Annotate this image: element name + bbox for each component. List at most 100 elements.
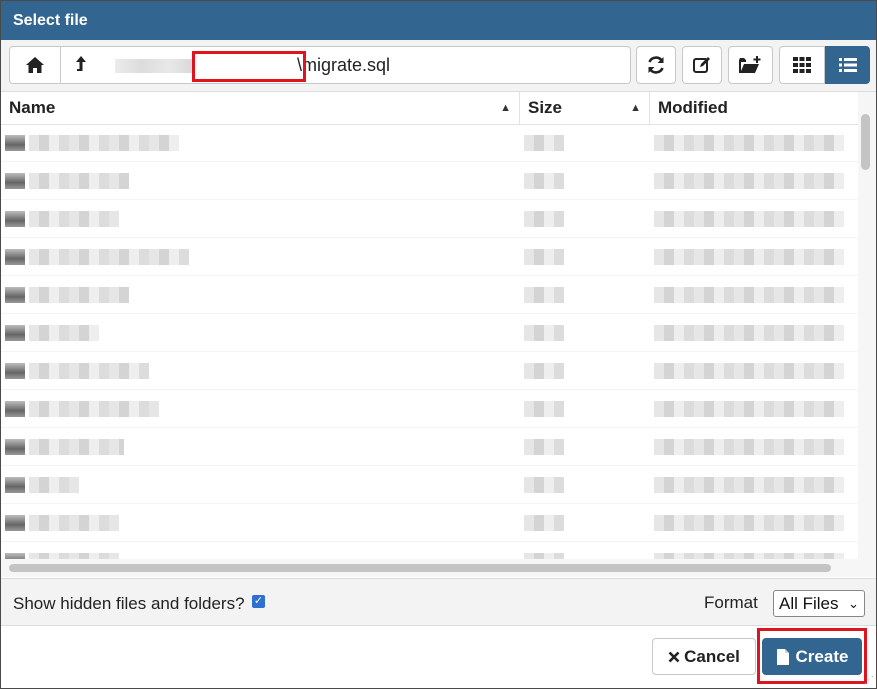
- cancel-button[interactable]: Cancel: [652, 638, 756, 675]
- redacted-modified-date: [654, 401, 844, 417]
- redacted-file-size: [524, 439, 564, 455]
- redacted-modified-date: [654, 173, 844, 189]
- redacted-file-name: [29, 477, 79, 493]
- home-button[interactable]: [9, 46, 61, 84]
- redacted-file-icon: [5, 401, 25, 417]
- select-file-dialog: Select file \migrate.sql Name ▲ Size ▲ M…: [0, 0, 877, 689]
- sort-icon: ▲: [500, 102, 511, 114]
- format-label: Format: [704, 593, 758, 612]
- refresh-button[interactable]: [636, 46, 676, 84]
- table-body: [1, 124, 858, 559]
- redacted-file-icon: [5, 211, 25, 227]
- redacted-file-name: [29, 439, 124, 455]
- column-header-size[interactable]: Size ▲: [520, 92, 650, 124]
- redacted-file-name: [29, 325, 99, 341]
- redacted-modified-date: [654, 135, 844, 151]
- redacted-file-icon: [5, 325, 25, 341]
- path-highlight-annotation: [192, 51, 306, 82]
- vertical-scrollbar[interactable]: [858, 92, 876, 577]
- redacted-file-size: [524, 325, 564, 341]
- home-icon: [26, 57, 44, 73]
- horizontal-scroll-thumb[interactable]: [9, 564, 831, 572]
- edit-icon: [693, 57, 710, 73]
- redacted-file-size: [524, 211, 564, 227]
- create-highlight-annotation: [757, 628, 867, 684]
- redacted-file-icon: [5, 287, 25, 303]
- redacted-modified-date: [654, 249, 844, 265]
- redacted-file-name: [29, 211, 119, 227]
- table-row[interactable]: [1, 428, 858, 466]
- redacted-modified-date: [654, 515, 844, 531]
- redacted-file-name: [29, 135, 179, 151]
- table-row[interactable]: [1, 276, 858, 314]
- rename-button[interactable]: [682, 46, 722, 84]
- table-row[interactable]: [1, 466, 858, 504]
- redacted-file-size: [524, 363, 564, 379]
- show-hidden-label: Show hidden files and folders?: [13, 594, 245, 613]
- resize-handle[interactable]: ⋰: [864, 675, 874, 686]
- redacted-file-name: [29, 249, 189, 265]
- redacted-file-size: [524, 173, 564, 189]
- table-row[interactable]: [1, 352, 858, 390]
- refresh-icon: [648, 56, 664, 74]
- redacted-modified-date: [654, 439, 844, 455]
- redacted-modified-date: [654, 211, 844, 227]
- redacted-modified-date: [654, 287, 844, 303]
- redacted-file-icon: [5, 173, 25, 189]
- grid-view-icon: [793, 57, 811, 73]
- file-table: Name ▲ Size ▲ Modified: [1, 92, 858, 559]
- list-view-icon: [838, 58, 857, 72]
- action-bar: Cancel Create: [1, 626, 876, 688]
- table-row[interactable]: [1, 542, 858, 559]
- new-folder-icon: [738, 56, 760, 73]
- redacted-file-name: [29, 363, 149, 379]
- table-row[interactable]: [1, 390, 858, 428]
- redacted-file-icon: [5, 249, 25, 265]
- format-select[interactable]: All Files ⌄: [773, 590, 865, 617]
- redacted-file-size: [524, 249, 564, 265]
- redacted-file-size: [524, 515, 564, 531]
- dialog-title: Select file: [1, 1, 876, 40]
- redacted-file-size: [524, 401, 564, 417]
- new-folder-button[interactable]: [728, 46, 773, 84]
- redacted-file-icon: [5, 515, 25, 531]
- redacted-file-icon: [5, 477, 25, 493]
- redacted-file-name: [29, 401, 159, 417]
- redacted-file-name: [29, 173, 129, 189]
- horizontal-scrollbar[interactable]: [1, 559, 858, 577]
- redacted-file-icon: [5, 439, 25, 455]
- options-bar: Show hidden files and folders? ✓ Format …: [1, 578, 876, 626]
- table-row[interactable]: [1, 314, 858, 352]
- path-redacted: [115, 59, 195, 73]
- times-icon: [668, 651, 680, 662]
- toolbar: \migrate.sql: [1, 40, 876, 92]
- grid-view-button[interactable]: [779, 46, 825, 84]
- parent-folder-button[interactable]: [60, 46, 102, 84]
- column-header-name[interactable]: Name ▲: [1, 92, 520, 124]
- redacted-file-size: [524, 287, 564, 303]
- redacted-file-size: [524, 135, 564, 151]
- redacted-modified-date: [654, 363, 844, 379]
- table-row[interactable]: [1, 504, 858, 542]
- list-view-button[interactable]: [825, 46, 870, 84]
- arrow-up-icon: [76, 56, 86, 71]
- redacted-file-icon: [5, 363, 25, 379]
- path-input[interactable]: \migrate.sql: [101, 46, 631, 84]
- path-text: \migrate.sql: [297, 55, 391, 75]
- redacted-file-name: [29, 287, 129, 303]
- table-header: Name ▲ Size ▲ Modified: [1, 92, 858, 125]
- redacted-file-icon: [5, 135, 25, 151]
- sort-icon: ▲: [630, 102, 641, 114]
- table-row[interactable]: [1, 124, 858, 162]
- redacted-modified-date: [654, 325, 844, 341]
- redacted-file-name: [29, 515, 119, 531]
- redacted-file-size: [524, 477, 564, 493]
- table-row[interactable]: [1, 162, 858, 200]
- table-row[interactable]: [1, 238, 858, 276]
- redacted-modified-date: [654, 477, 844, 493]
- column-header-modified[interactable]: Modified: [650, 92, 858, 124]
- table-row[interactable]: [1, 200, 858, 238]
- show-hidden-checkbox[interactable]: ✓: [252, 595, 265, 608]
- chevron-down-icon: ⌄: [848, 596, 859, 611]
- vertical-scroll-thumb[interactable]: [861, 114, 870, 170]
